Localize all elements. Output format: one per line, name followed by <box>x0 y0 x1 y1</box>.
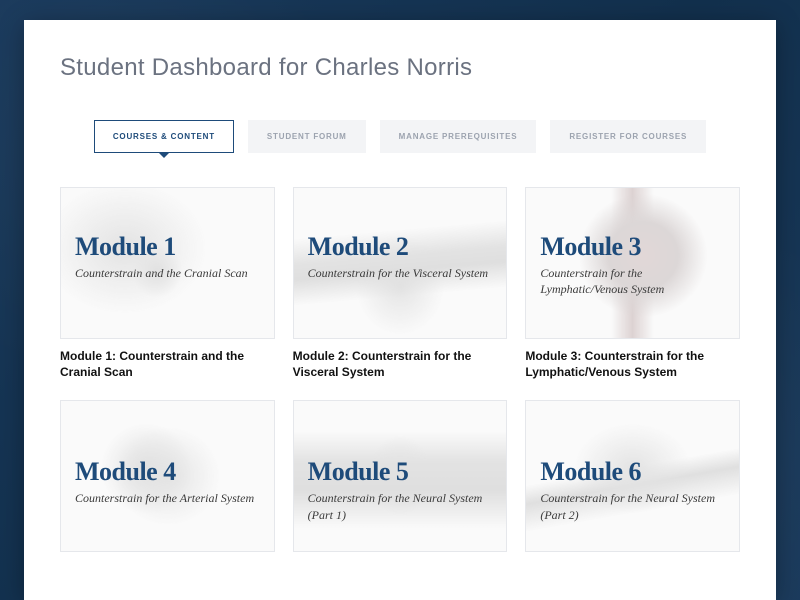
module-thumb-subtitle: Counterstrain for the Neural System (Par… <box>540 490 725 522</box>
page-title: Student Dashboard for Charles Norris <box>60 54 740 82</box>
dashboard-panel: Student Dashboard for Charles Norris Cou… <box>24 20 776 600</box>
tab-manage-prerequisites[interactable]: Manage Prerequisites <box>380 120 537 153</box>
module-thumb-title: Module 1 <box>75 232 260 262</box>
module-card-6[interactable]: Module 6 Counterstrain for the Neural Sy… <box>525 400 740 552</box>
module-thumb-title: Module 4 <box>75 457 260 487</box>
module-thumb-text: Module 3 Counterstrain for the Lymphatic… <box>540 232 725 297</box>
module-thumb-subtitle: Counterstrain for the Neural System (Par… <box>308 490 493 522</box>
module-thumb-text: Module 5 Counterstrain for the Neural Sy… <box>308 457 493 522</box>
module-thumb-title: Module 2 <box>308 232 493 262</box>
module-thumb-text: Module 6 Counterstrain for the Neural Sy… <box>540 457 725 522</box>
module-card-2[interactable]: Module 2 Counterstrain for the Visceral … <box>293 187 508 380</box>
module-thumb: Module 4 Counterstrain for the Arterial … <box>60 400 275 552</box>
module-thumb: Module 3 Counterstrain for the Lymphatic… <box>525 187 740 339</box>
module-card-3[interactable]: Module 3 Counterstrain for the Lymphatic… <box>525 187 740 380</box>
module-caption: Module 1: Counterstrain and the Cranial … <box>60 348 275 380</box>
module-card-4[interactable]: Module 4 Counterstrain for the Arterial … <box>60 400 275 552</box>
module-grid: Module 1 Counterstrain and the Cranial S… <box>60 187 740 552</box>
module-caption: Module 3: Counterstrain for the Lymphati… <box>525 348 740 380</box>
module-thumb-text: Module 1 Counterstrain and the Cranial S… <box>75 232 260 281</box>
module-thumb: Module 6 Counterstrain for the Neural Sy… <box>525 400 740 552</box>
module-thumb-subtitle: Counterstrain and the Cranial Scan <box>75 265 260 281</box>
module-thumb-subtitle: Counterstrain for the Visceral System <box>308 265 493 281</box>
module-thumb-subtitle: Counterstrain for the Arterial System <box>75 490 260 506</box>
module-thumb-title: Module 5 <box>308 457 493 487</box>
module-thumb: Module 2 Counterstrain for the Visceral … <box>293 187 508 339</box>
tab-register-courses[interactable]: Register for Courses <box>550 120 706 153</box>
module-card-1[interactable]: Module 1 Counterstrain and the Cranial S… <box>60 187 275 380</box>
tab-bar: Courses & Content Student Forum Manage P… <box>60 120 740 153</box>
tab-student-forum[interactable]: Student Forum <box>248 120 366 153</box>
module-caption: Module 2: Counterstrain for the Visceral… <box>293 348 508 380</box>
module-thumb-text: Module 4 Counterstrain for the Arterial … <box>75 457 260 506</box>
tab-courses-content[interactable]: Courses & Content <box>94 120 234 153</box>
module-thumb-title: Module 6 <box>540 457 725 487</box>
module-thumb: Module 1 Counterstrain and the Cranial S… <box>60 187 275 339</box>
module-thumb-text: Module 2 Counterstrain for the Visceral … <box>308 232 493 281</box>
module-thumb-subtitle: Counterstrain for the Lymphatic/Venous S… <box>540 265 725 297</box>
module-thumb: Module 5 Counterstrain for the Neural Sy… <box>293 400 508 552</box>
module-thumb-title: Module 3 <box>540 232 725 262</box>
module-card-5[interactable]: Module 5 Counterstrain for the Neural Sy… <box>293 400 508 552</box>
